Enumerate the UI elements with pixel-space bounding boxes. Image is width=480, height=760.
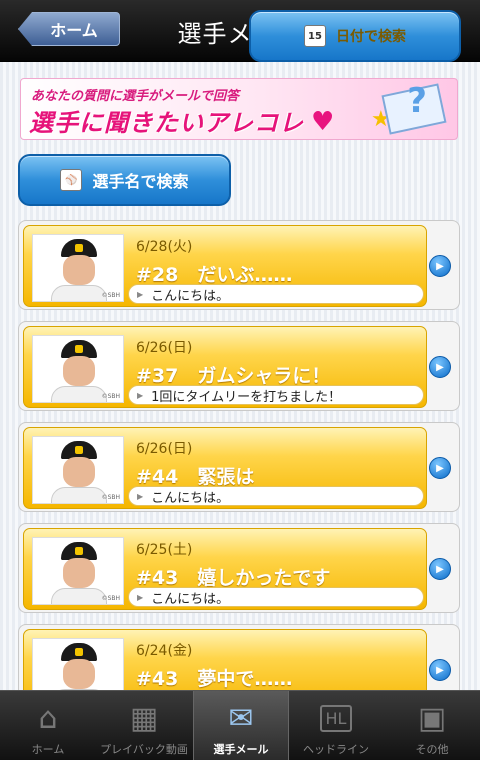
message-preview: ▶ こんにちは。 bbox=[128, 587, 424, 607]
photo-credit: ©SBH bbox=[101, 292, 120, 299]
player-photo: ©SBH bbox=[32, 234, 124, 302]
tab-label: その他 bbox=[415, 743, 449, 756]
search-by-player-button[interactable]: ⚾ 選手名で検索 bbox=[18, 154, 231, 206]
search-by-date-label: 日付で検索 bbox=[336, 29, 406, 45]
preview-arrow-icon: ▶ bbox=[137, 390, 144, 400]
message-subject: #44 緊張は bbox=[136, 466, 255, 488]
search-by-player-label: 選手名で検索 bbox=[92, 172, 189, 191]
photo-credit: ©SBH bbox=[101, 494, 120, 501]
tab-label: 選手メール bbox=[213, 743, 269, 756]
message-date: 6/26(日) bbox=[136, 441, 193, 457]
message-card[interactable]: ©SBH 6/26(日) #44 緊張は ▶ こんにちは。 ▶ bbox=[18, 422, 460, 512]
preview-arrow-icon: ▶ bbox=[137, 491, 144, 501]
tab-other[interactable]: ▣ その他 bbox=[384, 691, 480, 760]
message-card-body: ©SBH 6/25(土) #43 嬉しかったです ▶ こんにちは。 bbox=[23, 528, 427, 610]
open-message-arrow-icon[interactable]: ▶ bbox=[429, 659, 451, 681]
message-preview: ▶ こんにちは。 bbox=[128, 486, 424, 506]
question-mark-icon: ? bbox=[407, 81, 427, 121]
calendar-icon: 15 bbox=[304, 25, 326, 47]
heart-icon: ♥ bbox=[311, 107, 335, 137]
message-date: 6/28(火) bbox=[136, 239, 193, 255]
photo-credit: ©SBH bbox=[101, 595, 120, 602]
tab-player-mail[interactable]: ✉ 選手メール bbox=[193, 691, 289, 760]
message-preview: ▶ こんにちは。 bbox=[128, 284, 424, 304]
home-icon: ⌂ bbox=[38, 701, 58, 736]
tab-label: ヘッドライン bbox=[303, 743, 369, 756]
message-date: 6/24(金) bbox=[136, 643, 193, 659]
other-icon: ▣ bbox=[417, 701, 447, 736]
preview-arrow-icon: ▶ bbox=[137, 289, 144, 299]
mail-icon: ✉ bbox=[228, 701, 254, 736]
tab-label: プレイバック動画 bbox=[100, 743, 188, 756]
message-card-body: ©SBH 6/26(日) #44 緊張は ▶ こんにちは。 bbox=[23, 427, 427, 509]
message-subject: #43 嬉しかったです bbox=[136, 567, 331, 589]
player-photo: ©SBH bbox=[32, 537, 124, 605]
question-banner[interactable]: あなたの質問に選手がメールで回答 選手に聞きたいアレコレ ♥ ★ ? bbox=[20, 78, 458, 140]
open-message-arrow-icon[interactable]: ▶ bbox=[429, 356, 451, 378]
open-message-arrow-icon[interactable]: ▶ bbox=[429, 558, 451, 580]
message-preview-text: こんにちは。 bbox=[151, 288, 230, 304]
message-preview: ▶ 1回にタイムリーを打ちました！ bbox=[128, 385, 424, 405]
message-subject: #28 だいぶ…… bbox=[136, 264, 293, 286]
player-photo: ©SBH bbox=[32, 335, 124, 403]
message-card[interactable]: ©SBH 6/25(土) #43 嬉しかったです ▶ こんにちは。 ▶ bbox=[18, 523, 460, 613]
search-by-date-button[interactable]: 15 日付で検索 bbox=[249, 10, 461, 62]
message-card-body: ©SBH 6/26(日) #37 ガムシャラに！ ▶ 1回にタイムリーを打ちまし… bbox=[23, 326, 427, 408]
message-date: 6/25(土) bbox=[136, 542, 193, 558]
message-card-body: ©SBH 6/28(火) #28 だいぶ…… ▶ こんにちは。 bbox=[23, 225, 427, 307]
open-message-arrow-icon[interactable]: ▶ bbox=[429, 457, 451, 479]
message-subject: #43 夢中で…… bbox=[136, 668, 293, 690]
photo-credit: ©SBH bbox=[101, 393, 120, 400]
bottom-tab-bar: ⌂ ホーム ▦ プレイバック動画 ✉ 選手メール HL ヘッドライン ▣ その他 bbox=[0, 690, 480, 760]
tab-playback-video[interactable]: ▦ プレイバック動画 bbox=[96, 691, 192, 760]
message-date: 6/26(日) bbox=[136, 340, 193, 356]
message-preview-text: こんにちは。 bbox=[151, 490, 230, 506]
preview-arrow-icon: ▶ bbox=[137, 592, 144, 602]
open-message-arrow-icon[interactable]: ▶ bbox=[429, 255, 451, 277]
tab-label: ホーム bbox=[31, 743, 65, 756]
message-card[interactable]: ©SBH 6/28(火) #28 だいぶ…… ▶ こんにちは。 ▶ bbox=[18, 220, 460, 310]
tab-headline[interactable]: HL ヘッドライン bbox=[288, 691, 384, 760]
film-icon: ▦ bbox=[129, 701, 159, 736]
message-card[interactable]: ©SBH 6/26(日) #37 ガムシャラに！ ▶ 1回にタイムリーを打ちまし… bbox=[18, 321, 460, 411]
player-cap-icon: ⚾ bbox=[60, 169, 83, 191]
banner-subtitle: あなたの質問に選手がメールで回答 bbox=[31, 89, 240, 104]
message-subject: #37 ガムシャラに！ bbox=[136, 365, 331, 387]
message-preview-text: こんにちは。 bbox=[151, 591, 230, 607]
message-preview-text: 1回にタイムリーを打ちました！ bbox=[151, 389, 342, 405]
player-photo: ©SBH bbox=[32, 436, 124, 504]
headline-icon: HL bbox=[319, 701, 353, 737]
tab-home[interactable]: ⌂ ホーム bbox=[0, 691, 96, 760]
banner-headline: 選手に聞きたいアレコレ bbox=[29, 109, 304, 137]
